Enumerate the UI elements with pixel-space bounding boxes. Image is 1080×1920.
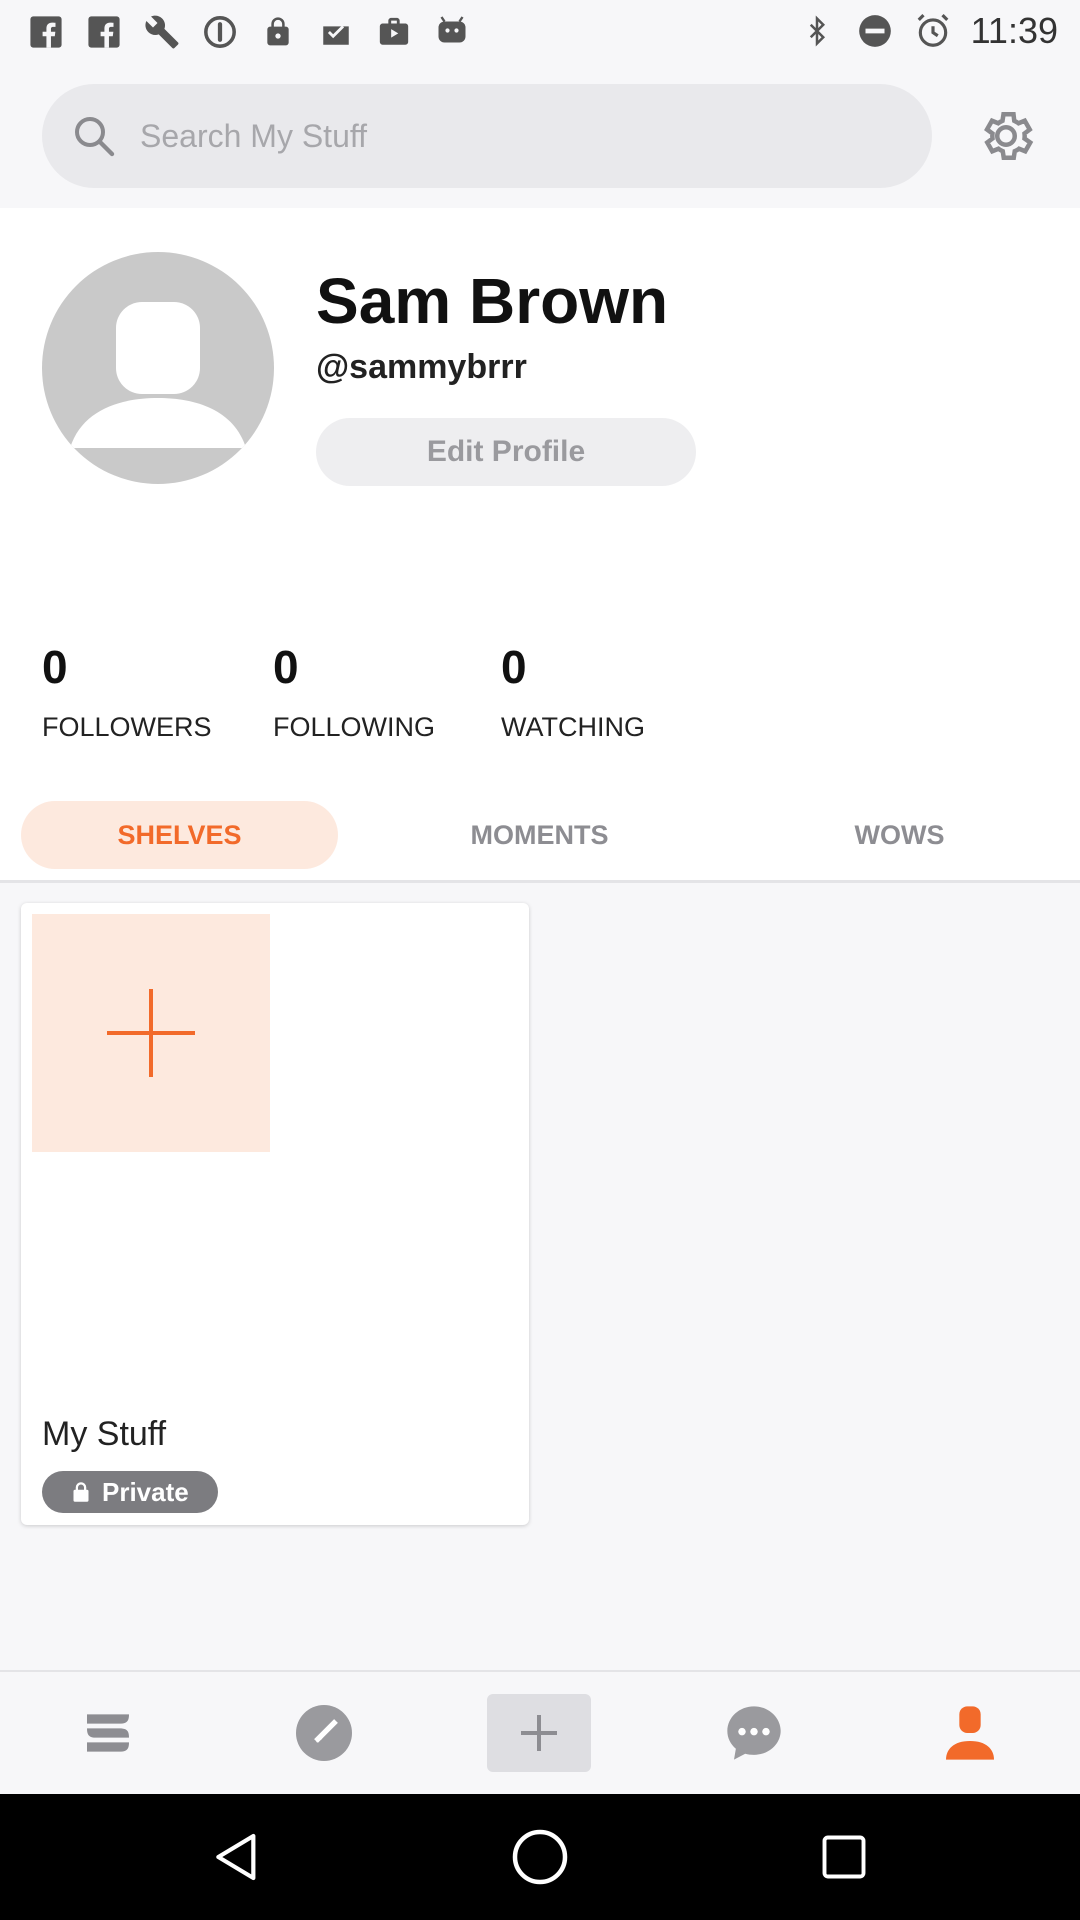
bluetooth-icon xyxy=(797,11,837,51)
home-circle-icon[interactable] xyxy=(507,1824,573,1890)
shelf-card[interactable]: My Stuff Private xyxy=(21,903,529,1525)
alarm-icon xyxy=(913,11,953,51)
profile-handle: @sammybrrr xyxy=(316,348,527,386)
do-not-disturb-icon xyxy=(855,11,895,51)
lock-icon xyxy=(73,1482,89,1502)
avatar[interactable] xyxy=(42,252,274,484)
system-nav-bar xyxy=(0,1794,1080,1920)
mail-check-icon xyxy=(316,12,356,52)
search-bar[interactable] xyxy=(42,84,932,188)
stat-label: FOLLOWERS xyxy=(42,712,212,742)
facebook-icon xyxy=(84,12,124,52)
home-icon xyxy=(87,1714,129,1752)
add-icon xyxy=(521,1715,557,1751)
search-header xyxy=(0,64,1080,208)
recents-icon[interactable] xyxy=(811,1824,877,1890)
tab-moments[interactable]: MOMENTS xyxy=(381,801,698,869)
privacy-badge: Private xyxy=(42,1471,218,1513)
wrench-icon xyxy=(142,12,182,52)
privacy-label: Private xyxy=(102,1476,189,1507)
briefcase-icon xyxy=(374,12,414,52)
system-status: 11:39 xyxy=(797,10,1058,52)
status-bar: 11:39 xyxy=(0,0,1080,64)
explore-icon xyxy=(296,1705,352,1761)
nav-explore[interactable] xyxy=(272,1694,376,1772)
nav-add[interactable] xyxy=(487,1694,591,1772)
edit-profile-button[interactable]: Edit Profile xyxy=(316,418,696,486)
bottom-nav xyxy=(0,1670,1080,1794)
stat-value: 0 xyxy=(501,641,527,693)
profile-section: Sam Brown @sammybrrr Edit Profile 0 FOLL… xyxy=(0,208,1080,883)
add-item-tile[interactable] xyxy=(32,914,270,1152)
stat-value: 0 xyxy=(42,641,68,693)
stat-watching[interactable]: 0 WATCHING xyxy=(501,640,645,743)
stat-label: FOLLOWING xyxy=(273,712,436,742)
android-icon xyxy=(432,12,472,52)
notification-icons xyxy=(26,12,472,52)
messages-icon xyxy=(727,1706,781,1760)
nav-home[interactable] xyxy=(56,1694,160,1772)
stat-following[interactable]: 0 FOLLOWING xyxy=(273,640,435,743)
plus-icon xyxy=(107,989,195,1077)
sync-icon xyxy=(200,12,240,52)
stat-value: 0 xyxy=(273,641,299,693)
stat-label: WATCHING xyxy=(501,712,645,742)
lock-icon xyxy=(258,12,298,52)
nav-messages[interactable] xyxy=(702,1694,806,1772)
nav-profile[interactable] xyxy=(918,1694,1022,1772)
tab-wows[interactable]: WOWS xyxy=(741,801,1058,869)
tab-shelves[interactable]: SHELVES xyxy=(21,801,338,869)
profile-icon xyxy=(946,1706,994,1760)
profile-tabs: SHELVES MOMENTS WOWS xyxy=(0,791,1080,883)
facebook-icon xyxy=(26,12,66,52)
shelf-title: My Stuff xyxy=(42,1415,167,1453)
back-icon[interactable] xyxy=(204,1824,270,1890)
search-input[interactable] xyxy=(140,117,840,155)
gear-icon[interactable] xyxy=(976,106,1036,166)
clock: 11:39 xyxy=(970,10,1058,51)
stat-followers[interactable]: 0 FOLLOWERS xyxy=(42,640,212,743)
search-icon xyxy=(70,112,118,160)
profile-name: Sam Brown xyxy=(316,265,669,337)
